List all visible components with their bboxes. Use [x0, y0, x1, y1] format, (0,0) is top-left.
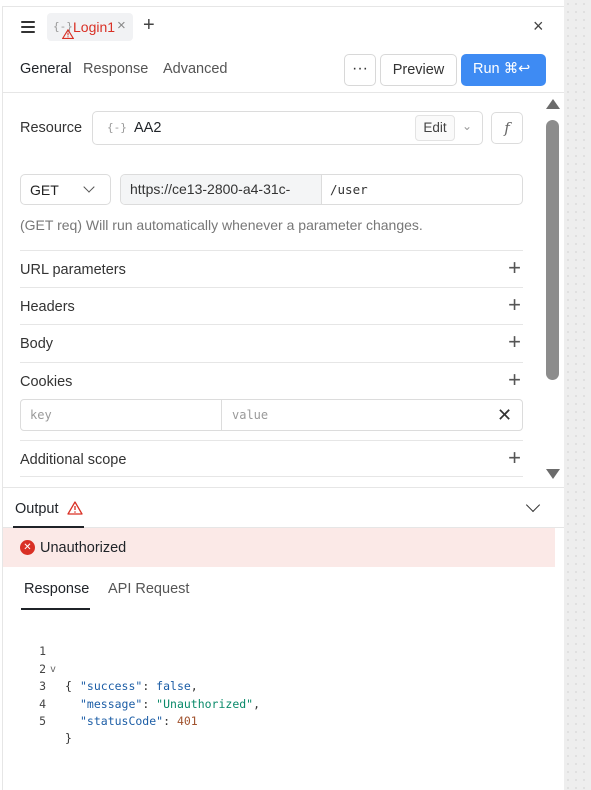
scroll-up-arrow-icon[interactable]: [546, 99, 560, 109]
cookie-value-input[interactable]: [223, 400, 483, 430]
line-number: 1: [39, 644, 46, 659]
tab-response[interactable]: Response: [83, 61, 148, 77]
menu-icon[interactable]: [21, 21, 35, 33]
code-text: "message": "Unauthorized",: [80, 696, 261, 711]
query-tab-login1[interactable]: {-} Login1 ×: [47, 13, 133, 41]
headers-section: Headers +: [20, 287, 523, 324]
line-number: 5: [39, 714, 46, 728]
json-key: "message": [80, 696, 143, 711]
resource-select[interactable]: {-} AA2 Edit ⌄: [92, 111, 483, 145]
preview-button[interactable]: Preview: [380, 54, 457, 86]
line-number: 4: [39, 696, 46, 711]
tab-response-output[interactable]: Response: [24, 581, 89, 597]
close-tab-icon[interactable]: ×: [117, 17, 126, 34]
line-number: 3: [39, 679, 46, 694]
remove-cookie-icon[interactable]: ✕: [497, 405, 512, 425]
code-line: 3 "message": "Unauthorized",: [3, 661, 260, 710]
collapse-output-chevron-icon[interactable]: [525, 497, 541, 513]
url-base: https://ce13-2800-a4-31c-: [121, 175, 322, 204]
fold-toggle-icon[interactable]: v: [50, 661, 56, 678]
error-banner: ✕ Unauthorized: [3, 528, 555, 567]
code-line: 4 "statusCode": 401: [3, 678, 198, 728]
canvas-gutter: [564, 0, 591, 790]
query-config-panel: Resource {-} AA2 Edit ⌄ f GET https://ce…: [3, 94, 543, 486]
code-line: 2 "success": false,: [3, 643, 198, 693]
section-title: Body: [20, 336, 54, 352]
section-title: Additional scope: [20, 452, 127, 468]
cookie-row: ✕: [20, 399, 523, 431]
http-method-select[interactable]: GET: [20, 174, 111, 205]
tab-output[interactable]: Output: [13, 488, 84, 528]
json-key: "statusCode": [80, 714, 164, 728]
query-toolbar: General Response Advanced ··· Preview Ru…: [3, 47, 564, 93]
cookies-section: Cookies +: [20, 362, 523, 399]
body-section: Body +: [20, 324, 523, 361]
resource-name: AA2: [134, 120, 162, 136]
scroll-thumb[interactable]: [546, 120, 559, 380]
code-line: 1 v {: [3, 626, 72, 693]
url-path-input[interactable]: [323, 175, 522, 204]
json-value: false: [156, 679, 191, 694]
close-panel-button[interactable]: ×: [533, 17, 544, 35]
add-cookie-button[interactable]: +: [508, 368, 521, 392]
code-line: 5 }: [3, 696, 72, 745]
section-title: Cookies: [20, 374, 73, 390]
response-tabs: Response API Request: [3, 567, 564, 612]
query-tab-label: Login1: [73, 19, 116, 35]
json-value: 401: [176, 714, 198, 728]
add-query-button[interactable]: +: [143, 14, 155, 36]
auto-run-hint: (GET req) Will run automatically wheneve…: [20, 217, 423, 233]
add-header-button[interactable]: +: [508, 293, 521, 317]
rest-api-icon: {-}: [107, 121, 127, 134]
error-message: Unauthorized: [40, 540, 127, 556]
line-number: 2: [39, 661, 46, 676]
section-title: URL parameters: [20, 262, 126, 278]
chevron-down-icon: [83, 181, 95, 193]
code-text: {: [65, 679, 72, 694]
code-text: "statusCode": 401: [80, 714, 198, 728]
resource-label: Resource: [20, 120, 83, 136]
tab-general[interactable]: General: [20, 61, 72, 77]
additional-scope-section: Additional scope +: [20, 440, 523, 477]
code-text: }: [65, 731, 72, 746]
cookie-key-input[interactable]: [21, 400, 222, 430]
code-text: "success": false,: [80, 679, 198, 694]
add-body-button[interactable]: +: [508, 330, 521, 354]
output-header: Output: [3, 487, 564, 528]
response-json-viewer: 1 v { 2 "success": false, 3 "message": "…: [3, 626, 564, 745]
add-url-parameter-button[interactable]: +: [508, 256, 521, 280]
url-field: https://ce13-2800-a4-31c-: [120, 174, 523, 205]
edit-resource-button[interactable]: Edit: [415, 115, 455, 141]
warning-icon: [67, 501, 83, 515]
add-scope-button[interactable]: +: [508, 446, 521, 470]
tab-api-request[interactable]: API Request: [108, 581, 189, 597]
output-title: Output: [15, 501, 59, 517]
config-scrollbar[interactable]: [544, 97, 562, 483]
scroll-down-arrow-icon[interactable]: [546, 469, 560, 479]
query-tab-bar: {-} Login1 × + ×: [3, 7, 564, 47]
run-button[interactable]: Run ⌘↩: [461, 54, 546, 86]
http-method-value: GET: [30, 182, 59, 198]
error-icon: ✕: [20, 540, 35, 555]
chevron-down-icon[interactable]: ⌄: [462, 119, 472, 133]
tab-advanced[interactable]: Advanced: [163, 61, 228, 77]
json-value: "Unauthorized": [156, 696, 254, 711]
url-parameters-section: URL parameters +: [20, 250, 523, 287]
section-title: Headers: [20, 299, 75, 315]
json-key: "success": [80, 679, 143, 694]
active-tab-indicator: [21, 608, 90, 610]
function-toggle-button[interactable]: f: [491, 112, 523, 144]
more-options-button[interactable]: ···: [344, 54, 376, 86]
